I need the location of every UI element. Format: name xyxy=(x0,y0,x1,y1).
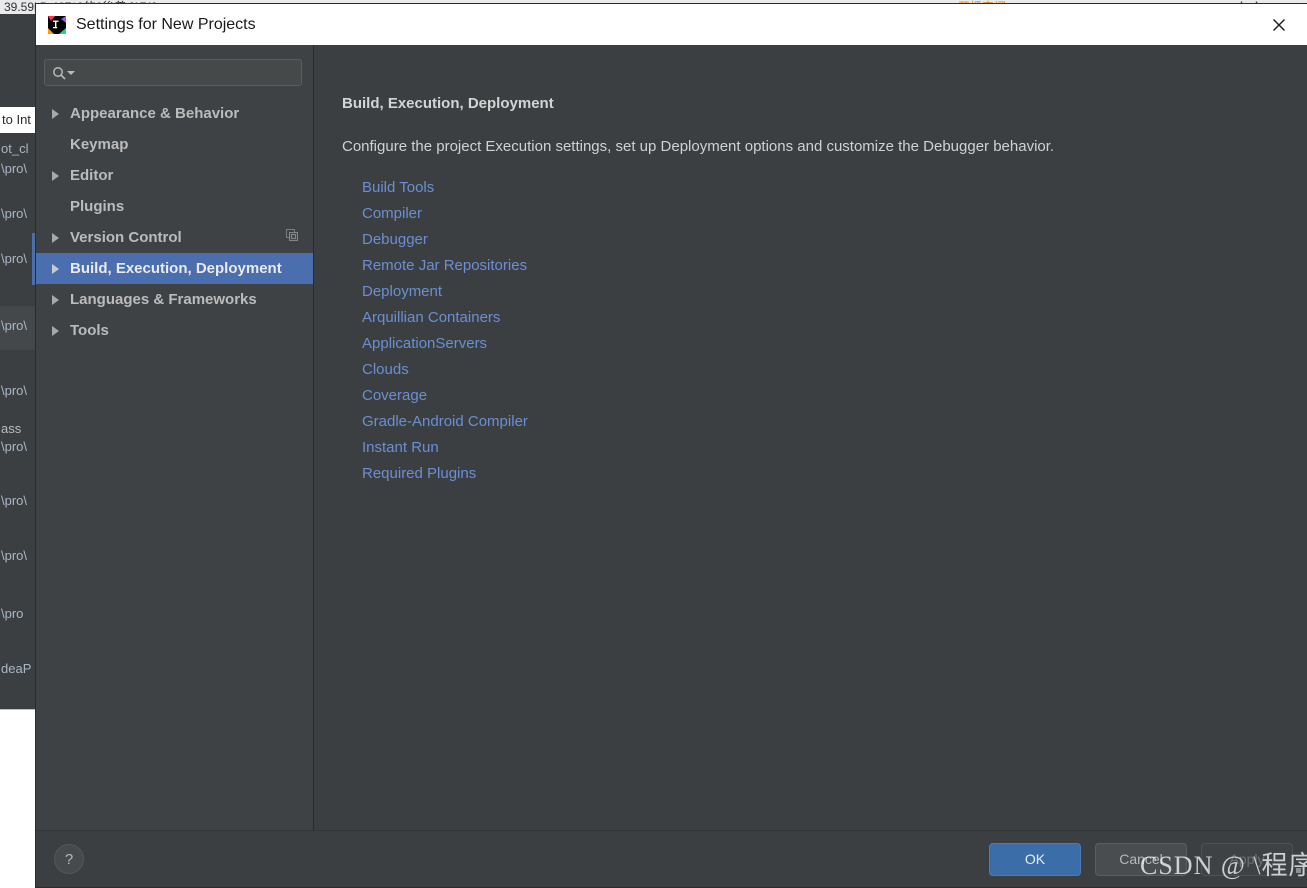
sidebar-item-build-execution-deployment[interactable]: Build, Execution, Deployment xyxy=(36,253,313,284)
close-icon[interactable] xyxy=(1251,4,1307,45)
ide-bg-fragment: \pro\ xyxy=(1,493,28,508)
link-remote-jar-repositories[interactable]: Remote Jar Repositories xyxy=(362,253,527,279)
link-clouds[interactable]: Clouds xyxy=(362,357,409,383)
copy-icon xyxy=(286,228,299,247)
link-debugger[interactable]: Debugger xyxy=(362,227,428,253)
cancel-button[interactable]: Cancel xyxy=(1095,842,1187,876)
sidebar-item-label: Tools xyxy=(70,322,109,339)
expand-arrow-icon[interactable] xyxy=(48,108,70,119)
link-instant-run[interactable]: Instant Run xyxy=(362,435,439,461)
ok-button[interactable]: OK xyxy=(989,842,1081,876)
search-icon xyxy=(52,66,75,80)
sidebar-item-label: Version Control xyxy=(70,229,182,246)
sidebar-item-keymap[interactable]: Keymap xyxy=(36,129,313,160)
ide-bg-fragment: \pro\ xyxy=(1,161,28,176)
settings-link-list: Build Tools Compiler Debugger Remote Jar… xyxy=(362,175,1307,487)
sidebar-item-label: Keymap xyxy=(70,136,129,153)
sidebar-item-tools[interactable]: Tools xyxy=(36,315,313,346)
expand-arrow-icon[interactable] xyxy=(48,263,70,274)
ide-bg-fragment: ass xyxy=(1,421,22,436)
sidebar-item-plugins[interactable]: Plugins xyxy=(36,191,313,222)
page-title: Build, Execution, Deployment xyxy=(342,95,554,112)
link-application-servers[interactable]: ApplicationServers xyxy=(362,331,487,357)
ide-bg-fragment: deaP xyxy=(1,661,32,676)
sidebar-item-label: Appearance & Behavior xyxy=(70,105,240,122)
ide-bg-fragment: \pro\ xyxy=(1,439,28,454)
settings-dialog: Settings for New Projects Appearance & B… xyxy=(36,4,1307,887)
ide-white-row: to Int xyxy=(0,107,36,133)
expand-arrow-icon[interactable] xyxy=(48,294,70,305)
link-deployment[interactable]: Deployment xyxy=(362,279,442,305)
link-arquillian-containers[interactable]: Arquillian Containers xyxy=(362,305,500,331)
link-build-tools[interactable]: Build Tools xyxy=(362,175,434,201)
help-button[interactable]: ? xyxy=(54,844,84,874)
settings-tree: Appearance & Behavior Keymap Editor Plug… xyxy=(36,98,313,830)
dialog-titlebar: Settings for New Projects xyxy=(36,4,1307,45)
sidebar-item-label: Plugins xyxy=(70,198,125,215)
dialog-title: Settings for New Projects xyxy=(76,15,256,33)
sidebar-item-version-control[interactable]: Version Control xyxy=(36,222,313,253)
ide-bg-fragment: \pro\ xyxy=(1,318,28,333)
ide-bg-fragment: \pro\ xyxy=(1,206,28,221)
link-coverage[interactable]: Coverage xyxy=(362,383,427,409)
sidebar-item-languages-frameworks[interactable]: Languages & Frameworks xyxy=(36,284,313,315)
ide-bg-fragment: ot_cl xyxy=(1,141,29,156)
intellij-idea-icon xyxy=(48,15,66,34)
ide-bg-fragment: \pro xyxy=(1,606,24,621)
dialog-body: Appearance & Behavior Keymap Editor Plug… xyxy=(36,45,1307,830)
sidebar-item-label: Editor xyxy=(70,167,114,184)
ide-bg-fragment: \pro\ xyxy=(1,251,28,266)
sidebar-item-editor[interactable]: Editor xyxy=(36,160,313,191)
dialog-footer: ? OK Cancel Apply xyxy=(36,830,1307,887)
apply-button: Apply xyxy=(1201,842,1293,876)
search-input[interactable] xyxy=(80,65,294,80)
ide-bg-fragment: \pro\ xyxy=(1,383,28,398)
settings-main-panel: Build, Execution, Deployment Configure t… xyxy=(314,45,1307,830)
ide-lower-white-area xyxy=(0,709,36,888)
sidebar-item-appearance-behavior[interactable]: Appearance & Behavior xyxy=(36,98,313,129)
ide-left-file-list: ot_cl \pro\ \pro\ \pro\ \pro\ \pro\ ass … xyxy=(0,133,36,709)
page-description: Configure the project Execution settings… xyxy=(342,138,1055,155)
expand-arrow-icon[interactable] xyxy=(48,232,70,243)
expand-arrow-icon[interactable] xyxy=(48,170,70,181)
expand-arrow-icon[interactable] xyxy=(48,325,70,336)
search-box[interactable] xyxy=(44,59,302,86)
ide-bg-fragment: \pro\ xyxy=(1,548,28,563)
link-required-plugins[interactable]: Required Plugins xyxy=(362,461,476,487)
sidebar-item-label: Build, Execution, Deployment xyxy=(70,260,282,277)
ide-editor-strip xyxy=(0,14,36,108)
link-compiler[interactable]: Compiler xyxy=(362,201,422,227)
sidebar-item-label: Languages & Frameworks xyxy=(70,291,257,308)
link-gradle-android-compiler[interactable]: Gradle-Android Compiler xyxy=(362,409,528,435)
settings-sidebar: Appearance & Behavior Keymap Editor Plug… xyxy=(36,45,314,830)
resize-grip-icon[interactable] xyxy=(1296,868,1301,873)
chevron-down-icon xyxy=(67,70,75,75)
